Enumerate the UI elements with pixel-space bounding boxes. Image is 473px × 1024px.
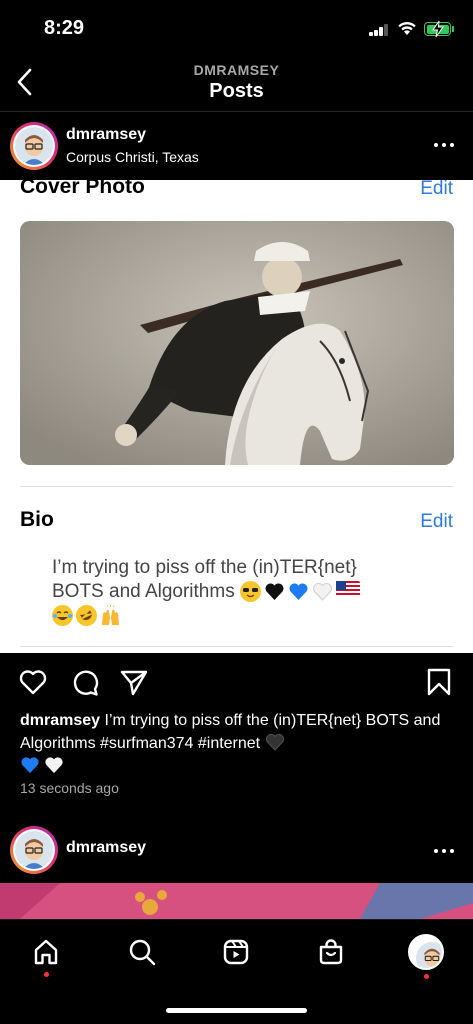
tab-search[interactable] [122, 932, 162, 972]
divider [20, 486, 453, 487]
next-post-image[interactable] [0, 883, 473, 919]
wifi-icon [398, 21, 416, 35]
home-icon [34, 939, 58, 965]
nav-header: DMRAMSEY Posts [0, 56, 473, 112]
cellular-signal-icon [369, 24, 389, 36]
save-bookmark-icon[interactable] [425, 667, 453, 697]
bio-emojis [239, 581, 360, 603]
raising-hands-emoji-icon [100, 605, 121, 626]
bio-text: I’m trying to piss off the (in)TER{net} … [52, 556, 412, 630]
tab-reels[interactable] [216, 932, 256, 972]
post-username[interactable]: dmramsey [66, 126, 146, 144]
black-heart-icon [264, 581, 285, 602]
white-heart-icon [45, 757, 64, 774]
sunglasses-emoji-icon [239, 581, 261, 603]
caption-username[interactable]: dmramsey [20, 712, 100, 729]
status-time: 8:29 [44, 17, 85, 39]
black-heart-icon [265, 733, 284, 751]
charging-bolt-icon [432, 20, 444, 38]
next-post-header: dmramsey [0, 816, 473, 882]
post-header: dmramsey Corpus Christi, Texas [0, 112, 473, 178]
tab-profile[interactable] [406, 932, 446, 979]
page-title: Posts [209, 80, 264, 102]
share-icon[interactable] [119, 667, 149, 697]
blue-heart-icon [288, 581, 309, 602]
post-timestamp: 13 seconds ago [20, 780, 119, 796]
bio-heading: Bio [20, 508, 54, 531]
cover-photo [20, 221, 454, 465]
bottom-tab-bar [0, 919, 473, 1024]
white-heart-icon [312, 581, 333, 602]
rolling-laughing-emoji-icon [72, 602, 101, 630]
post-actions [0, 660, 473, 710]
divider [20, 646, 453, 647]
reels-icon [223, 939, 249, 965]
avatar[interactable] [10, 826, 58, 874]
blue-heart-icon [21, 757, 39, 774]
tab-shop[interactable] [311, 932, 351, 972]
comment-icon[interactable] [70, 667, 100, 697]
search-icon [129, 939, 156, 966]
shop-icon [319, 939, 343, 965]
account-name: DMRAMSEY [193, 62, 280, 78]
profile-notification-dot [424, 974, 429, 979]
profile-avatar [408, 934, 444, 970]
post-caption: dmramsey I’m trying to piss off the (in)… [20, 710, 455, 778]
cover-edit-link: Edit [420, 180, 453, 199]
status-bar: 8:29 [0, 0, 473, 56]
more-options-icon[interactable] [432, 140, 456, 150]
post-image[interactable]: Cover Photo Edit Bio Edit I’m trying to … [0, 180, 473, 653]
bio-emojis-line2 [52, 602, 121, 630]
cover-photo-heading: Cover Photo [20, 180, 145, 198]
avatar[interactable] [10, 122, 58, 170]
tears-of-joy-emoji-icon [52, 605, 73, 627]
post-location[interactable]: Corpus Christi, Texas [66, 149, 199, 165]
more-options-icon[interactable] [432, 846, 456, 856]
home-indicator [166, 1008, 307, 1013]
home-notification-dot [44, 972, 49, 977]
tab-home[interactable] [26, 932, 66, 977]
bio-edit-link: Edit [420, 511, 453, 532]
us-flag-icon [335, 581, 360, 598]
next-post-username[interactable]: dmramsey [66, 839, 146, 857]
like-heart-icon[interactable] [18, 667, 48, 697]
